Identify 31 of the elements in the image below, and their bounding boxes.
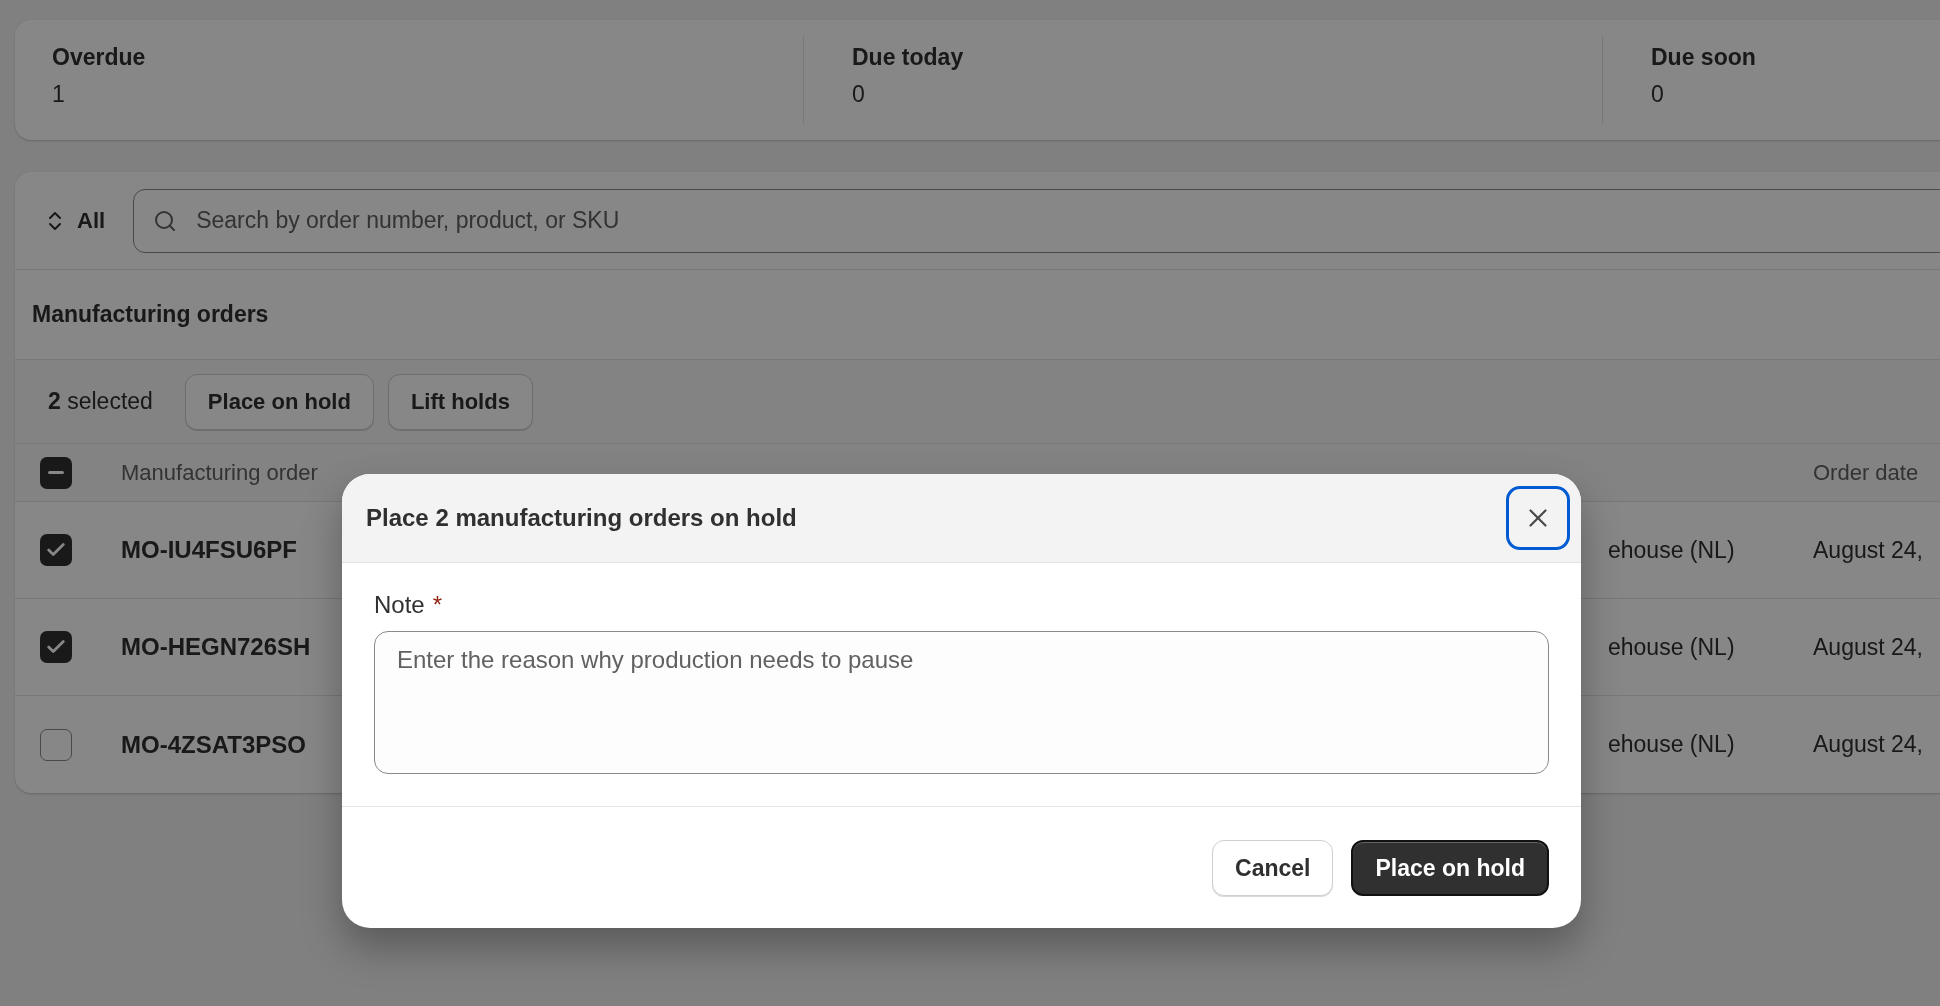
location-cell-text: ehouse (NL) [1607,633,1736,661]
note-field[interactable]: Enter the reason why production needs to pause [374,631,1549,774]
cancel-button[interactable]: Cancel [1212,840,1334,896]
stat-value: 1 [52,81,66,108]
stat-value: 0 [1651,81,1665,108]
dialog-title: Place 2 manufacturing orders on hold [366,504,797,532]
minus-icon [48,471,64,474]
select-all-checkbox[interactable] [40,456,72,489]
confirm-button[interactable]: Place on hold [1351,840,1549,896]
row-checkbox[interactable] [40,728,72,761]
bulk-action-button[interactable]: Lift holds [387,373,533,430]
date-cell-text: August 24, [1813,536,1924,564]
date-cell-text: August 24, [1813,731,1924,758]
stat-value: 0 [852,81,866,108]
date-cell-text: August 24, [1813,633,1924,661]
column-header[interactable]: Order date [1813,459,1940,486]
required-marker: * [432,591,443,619]
field-label: Note [374,591,425,619]
stat-label: Due soon [1651,44,1757,71]
close-button[interactable] [1506,486,1570,550]
filter-button[interactable]: All [37,203,112,238]
bulk-action-button[interactable]: Place on hold [184,373,374,430]
row-checkbox[interactable] [40,534,72,566]
stat-label: Due today [852,44,965,71]
location-cell-text: ehouse (NL) [1607,731,1736,758]
search-field[interactable]: Search by order number, product, or SKU [133,188,1940,253]
selection-count: 2 selected [48,388,153,415]
row-checkbox[interactable] [40,631,72,663]
stat-label: Overdue [52,44,147,71]
location-cell-text: ehouse (NL) [1607,536,1736,564]
section-title: Manufacturing orders [32,301,269,328]
